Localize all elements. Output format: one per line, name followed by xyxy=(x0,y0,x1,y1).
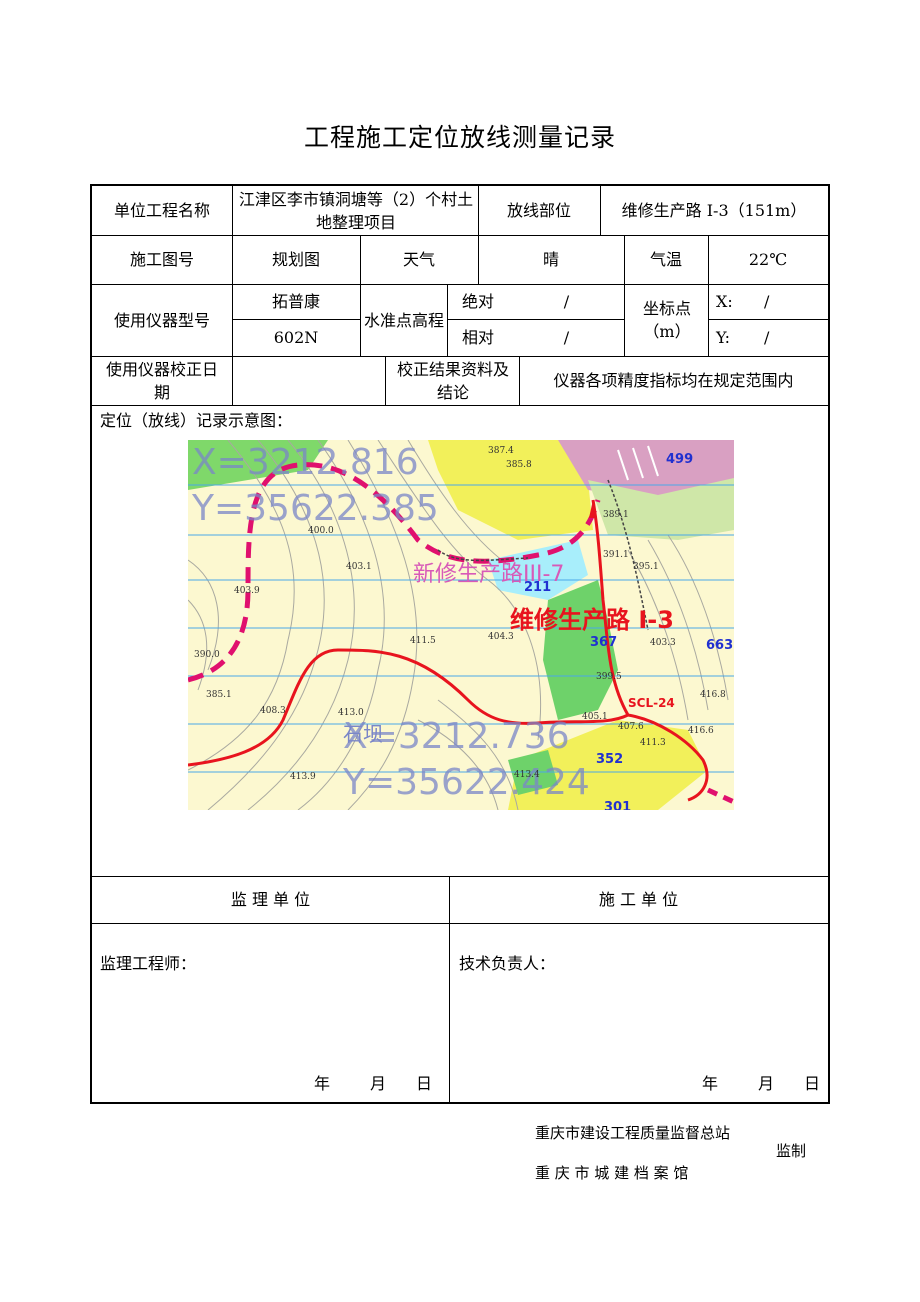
elevation-label: 403.9 xyxy=(234,586,260,596)
location-label: 放线部位 xyxy=(506,201,571,220)
x-value: / xyxy=(764,292,770,311)
weather-label: 天气 xyxy=(402,250,435,269)
construction-year: 年 xyxy=(701,1073,718,1093)
elevation-label: 416.8 xyxy=(700,690,726,700)
parcel-label: 367 xyxy=(590,635,618,650)
elevation-label: 403.3 xyxy=(650,638,676,648)
supervision-month: 月 xyxy=(369,1073,386,1093)
drawing-value: 规划图 xyxy=(271,250,320,269)
elevation-label: 411.3 xyxy=(640,738,666,748)
elevation-label: 413.4 xyxy=(514,770,540,780)
temp-label: 气温 xyxy=(649,250,682,269)
calib-date-label: 使用仪器校正日 期 xyxy=(105,359,218,402)
elevation-label: 411.5 xyxy=(410,636,436,646)
benchmark-label: 水准点高程 xyxy=(363,310,444,330)
calib-date-value xyxy=(232,356,385,405)
row-divider xyxy=(92,923,828,924)
elevation-label: 407.6 xyxy=(618,722,644,732)
calib-result-label: 校正结果资料及结论 xyxy=(396,359,509,402)
y-label: Y: xyxy=(716,328,730,347)
parcel-label: 499 xyxy=(666,452,694,467)
elevation-label: 391.1 xyxy=(603,550,629,560)
temp-value: 22℃ xyxy=(748,250,788,269)
instrument-brand: 拓普康 xyxy=(271,292,320,311)
elevation-label: 400.0 xyxy=(308,526,334,536)
record-form: 单位工程名称 江津区李市镇洞塘等（2）个村土地整理项目 放线部位 维修生产路 I… xyxy=(90,184,830,1104)
supervision-unit-label: 监 理 单 位 xyxy=(230,890,311,909)
construction-day: 日 xyxy=(803,1073,820,1093)
parcel-label: 352 xyxy=(596,752,624,767)
elevation-label: 413.0 xyxy=(338,708,364,718)
project-name-label: 单位工程名称 xyxy=(113,201,210,220)
col-divider xyxy=(385,356,386,405)
supervision-day: 日 xyxy=(415,1073,432,1093)
col-divider xyxy=(624,284,625,356)
weather-value: 晴 xyxy=(542,250,559,269)
supervision-year: 年 xyxy=(313,1073,330,1093)
construction-month: 月 xyxy=(757,1073,774,1093)
col-divider xyxy=(360,284,361,356)
construction-tech-label: 技术负责人： xyxy=(459,953,556,973)
page-title: 工程施工定位放线测量记录 xyxy=(303,123,616,152)
elevation-label: 413.9 xyxy=(290,772,316,782)
coord-top-y: Y=35622.385 xyxy=(192,488,439,529)
drawing-label: 施工图号 xyxy=(129,250,194,269)
elevation-label: 385.1 xyxy=(206,690,232,700)
parcel-label: 301 xyxy=(604,800,632,810)
elevation-label: 399.5 xyxy=(596,672,622,682)
x-label: X: xyxy=(716,292,733,311)
absolute-label: 绝对 xyxy=(461,292,494,311)
relative-value: / xyxy=(563,328,570,347)
supervision-engineer-label: 监理工程师： xyxy=(100,953,197,973)
instrument-model: 602N xyxy=(273,328,319,347)
relative-label: 相对 xyxy=(461,328,494,347)
parcel-label: 211 xyxy=(524,580,552,595)
coord-label: 坐标点（m） xyxy=(642,299,691,341)
elevation-label: 390.0 xyxy=(194,650,220,660)
elevation-label: 405.1 xyxy=(582,712,608,722)
elevation-label: 385.8 xyxy=(506,460,532,470)
coord-bottom-y: Y=35622.424 xyxy=(343,762,590,803)
instrument-label: 使用仪器型号 xyxy=(113,310,210,330)
point-label: SCL-24 xyxy=(628,696,675,710)
sketch-label: 定位（放线）记录示意图： xyxy=(100,410,293,430)
place-name: 石坝 xyxy=(343,722,383,746)
elevation-label: 389.1 xyxy=(603,510,629,520)
footer-archive: 重 庆 市 城 建 档 案 馆 xyxy=(535,1164,689,1182)
footer-made: 监制 xyxy=(776,1142,807,1160)
elevation-label: 403.1 xyxy=(346,562,372,572)
elevation-label: 408.3 xyxy=(260,706,286,716)
y-value: / xyxy=(764,328,770,347)
location-value: 维修生产路 I-3（151m） xyxy=(621,201,807,220)
parcel-label: 663 xyxy=(706,638,734,653)
elevation-label: 404.3 xyxy=(488,632,514,642)
col-divider xyxy=(232,186,233,235)
main-road-label: 维修生产路 I-3 xyxy=(510,606,674,634)
footer-supervisor: 重庆市建设工程质量监督总站 xyxy=(535,1124,731,1142)
calib-result-value: 仪器各项精度指标均在规定范围内 xyxy=(553,371,794,390)
construction-unit-label: 施 工 单 位 xyxy=(598,890,679,909)
project-name-value: 江津区李市镇洞塘等（2）个村土地整理项目 xyxy=(238,189,474,232)
absolute-value: / xyxy=(563,292,570,311)
site-map: X=3212.816 Y=35622.385 X=3212.736 Y=3562… xyxy=(188,440,734,810)
elevation-label: 395.1 xyxy=(633,562,659,572)
elevation-label: 416.6 xyxy=(688,726,714,736)
coord-top-x: X=3212.816 xyxy=(192,442,419,483)
col-divider xyxy=(708,284,709,356)
elevation-label: 387.4 xyxy=(488,446,514,456)
row-divider xyxy=(92,405,828,406)
